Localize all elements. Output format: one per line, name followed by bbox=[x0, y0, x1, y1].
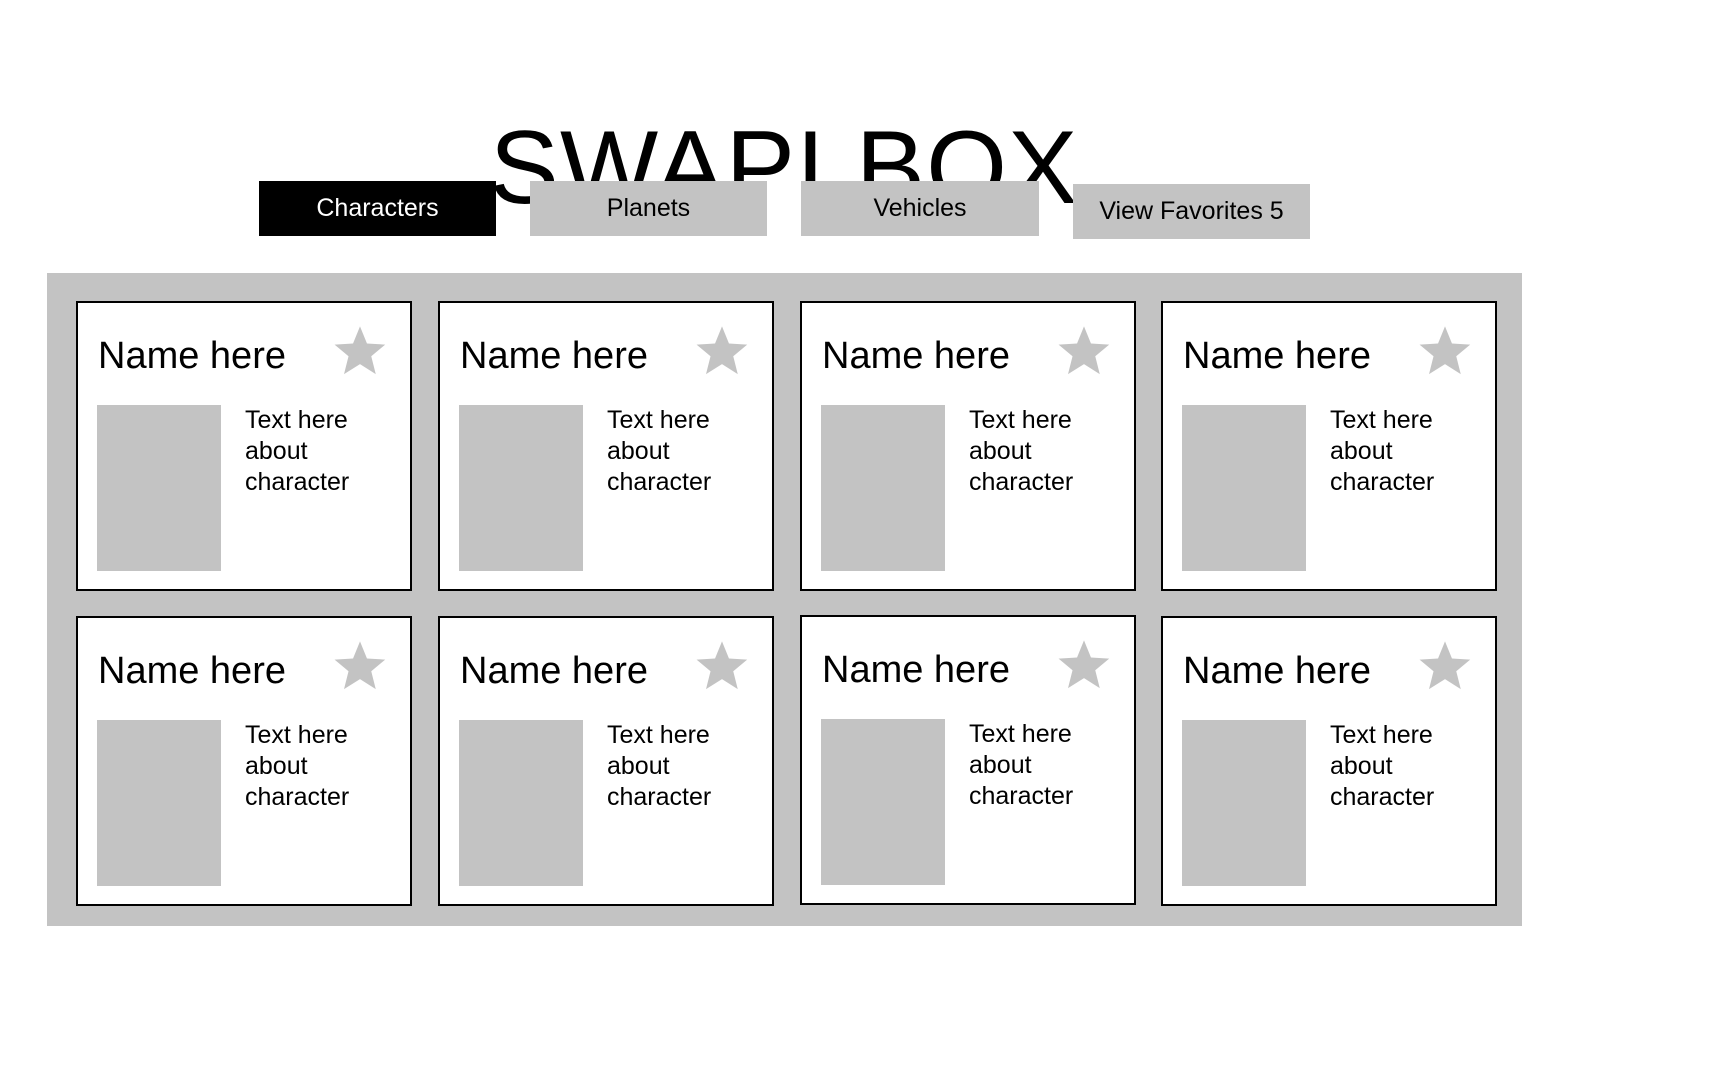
card-name: Name here bbox=[98, 650, 286, 692]
planets-button[interactable]: Planets bbox=[530, 181, 767, 236]
character-card: Name here Text here about character bbox=[1161, 616, 1497, 906]
star-icon[interactable] bbox=[1417, 323, 1473, 377]
card-description: Text here about character bbox=[245, 406, 350, 496]
card-description: Text here about character bbox=[245, 721, 350, 811]
card-image-placeholder bbox=[1182, 720, 1306, 886]
star-icon[interactable] bbox=[1417, 638, 1473, 692]
character-card: Name here Text here about character bbox=[800, 301, 1136, 591]
card-name: Name here bbox=[822, 649, 1010, 691]
card-description: Text here about character bbox=[1330, 721, 1435, 811]
card-name: Name here bbox=[1183, 335, 1371, 377]
star-icon[interactable] bbox=[332, 323, 388, 377]
app-title: SWAPI BOX bbox=[489, 109, 1079, 226]
card-image-placeholder bbox=[1182, 405, 1306, 571]
card-description: Text here about character bbox=[969, 406, 1074, 496]
card-image-placeholder bbox=[821, 405, 945, 571]
star-icon[interactable] bbox=[1056, 637, 1112, 691]
card-description: Text here about character bbox=[607, 406, 712, 496]
card-grid: Name here Text here about character Name… bbox=[47, 273, 1522, 926]
card-name: Name here bbox=[98, 335, 286, 377]
character-card: Name here Text here about character bbox=[800, 615, 1136, 905]
card-image-placeholder bbox=[459, 720, 583, 886]
view-favorites-button[interactable]: View Favorites 5 bbox=[1073, 184, 1310, 239]
characters-button[interactable]: Characters bbox=[259, 181, 496, 236]
card-image-placeholder bbox=[97, 720, 221, 886]
vehicles-button[interactable]: Vehicles bbox=[801, 181, 1039, 236]
card-name: Name here bbox=[822, 335, 1010, 377]
card-image-placeholder bbox=[459, 405, 583, 571]
card-image-placeholder bbox=[97, 405, 221, 571]
card-name: Name here bbox=[460, 335, 648, 377]
card-description: Text here about character bbox=[969, 720, 1074, 810]
character-card: Name here Text here about character bbox=[438, 301, 774, 591]
character-card: Name here Text here about character bbox=[76, 616, 412, 906]
card-image-placeholder bbox=[821, 719, 945, 885]
character-card: Name here Text here about character bbox=[438, 616, 774, 906]
card-name: Name here bbox=[1183, 650, 1371, 692]
card-name: Name here bbox=[460, 650, 648, 692]
star-icon[interactable] bbox=[694, 323, 750, 377]
star-icon[interactable] bbox=[1056, 323, 1112, 377]
card-description: Text here about character bbox=[607, 721, 712, 811]
star-icon[interactable] bbox=[332, 638, 388, 692]
character-card: Name here Text here about character bbox=[1161, 301, 1497, 591]
star-icon[interactable] bbox=[694, 638, 750, 692]
character-card: Name here Text here about character bbox=[76, 301, 412, 591]
card-description: Text here about character bbox=[1330, 406, 1435, 496]
